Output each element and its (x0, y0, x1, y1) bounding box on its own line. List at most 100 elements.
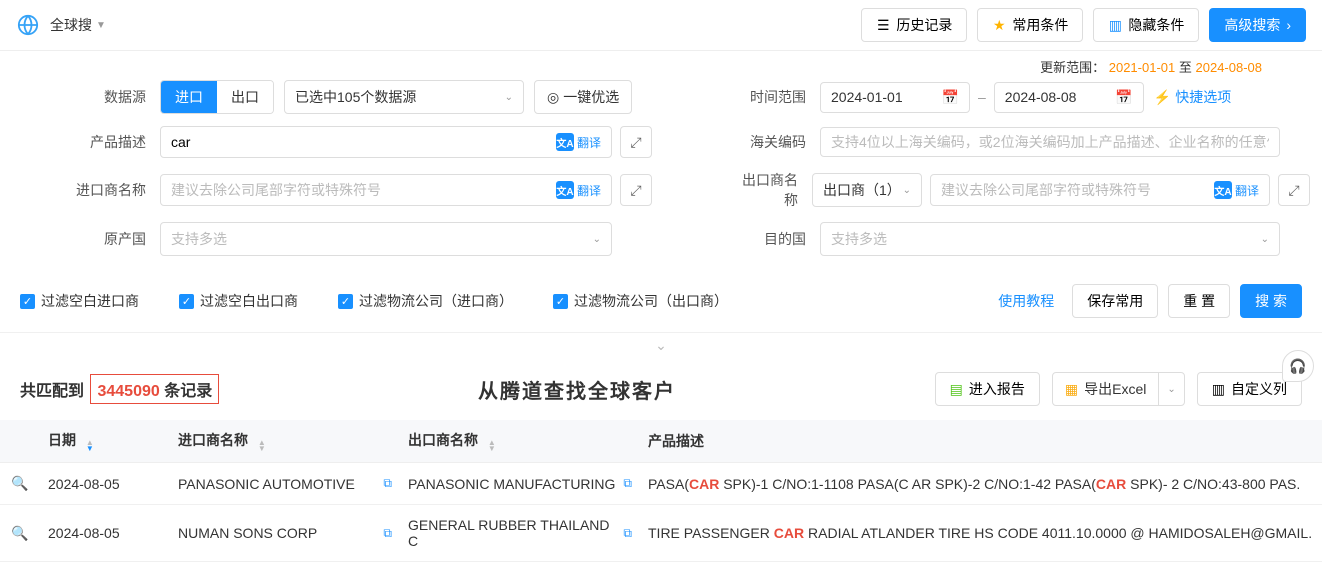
topbar: 全球搜 ▼ ☰ 历史记录 ★ 常用条件 ▥ 隐藏条件 高级搜索 › (0, 0, 1322, 51)
advanced-search-button[interactable]: 高级搜索 › (1209, 8, 1306, 42)
translate-button[interactable]: 文A 翻译 (556, 133, 601, 151)
barcode-icon: ▥ (1108, 18, 1122, 32)
exporter-type-select[interactable]: 出口商（1） ⌄ (812, 173, 922, 207)
translate-button[interactable]: 文A 翻译 (556, 181, 601, 199)
table-row: 🔍 2024-08-05PANASONIC AUTOMOTIVE⧉PANASONI… (0, 463, 1322, 505)
export-toggle[interactable]: 出口 (217, 81, 273, 113)
headset-icon: 🎧 (1289, 358, 1306, 375)
copy-icon[interactable]: ⧉ (383, 476, 392, 491)
cell-importer: PANASONIC AUTOMOTIVE⧉ (170, 463, 400, 505)
expand-button[interactable]: ⤢ (1278, 174, 1310, 206)
cell-date: 2024-08-05 (40, 505, 170, 562)
calendar-icon: 📅 (1115, 89, 1132, 106)
search-type-dropdown[interactable]: 全球搜 ▼ (50, 15, 106, 35)
document-icon: ▤ (950, 381, 963, 398)
collapse-toggle[interactable]: ⌄ (0, 332, 1322, 358)
cell-exporter: PANASONIC MANUFACTURING⧉ (400, 463, 640, 505)
expand-button[interactable]: ⤢ (620, 126, 652, 158)
chevron-down-icon: ⌄ (1167, 384, 1175, 395)
results-count: 共匹配到 3445090 条记录 (20, 374, 219, 404)
copy-icon[interactable]: ⧉ (383, 526, 392, 541)
expand-button[interactable]: ⤢ (620, 174, 652, 206)
checkbox-icon: ✓ (553, 294, 568, 309)
chevron-right-icon: › (1286, 17, 1291, 33)
copy-icon[interactable]: ⧉ (623, 526, 632, 541)
row-search-icon[interactable]: 🔍 (11, 475, 28, 491)
hs-input[interactable] (831, 134, 1269, 150)
chevron-down-icon: ⌄ (903, 185, 911, 196)
translate-icon: 文A (556, 181, 574, 199)
date-from-input[interactable]: 2024-01-01 📅 (820, 82, 970, 113)
chevron-down-icon: ⌄ (1261, 234, 1269, 245)
export-dropdown[interactable]: ⌄ (1158, 373, 1183, 405)
enter-report-button[interactable]: ▤ 进入报告 (935, 372, 1040, 406)
chevron-down-icon: ▼ (96, 20, 106, 31)
target-icon: ◎ (547, 89, 559, 106)
expand-icon: ⤢ (1288, 182, 1299, 199)
history-button[interactable]: ☰ 历史记录 (861, 8, 967, 42)
checkbox-icon: ✓ (20, 294, 35, 309)
filter-logistics-importer-checkbox[interactable]: ✓ 过滤物流公司（进口商） (338, 291, 513, 311)
lightning-icon: ⚡ (1154, 89, 1171, 106)
header-date[interactable]: 日期 ▲▼ (40, 420, 170, 463)
header-importer[interactable]: 进口商名称 ▲▼ (170, 420, 400, 463)
results-bar: 共匹配到 3445090 条记录 从腾道查找全球客户 ▤ 进入报告 ▦ 导出Ex… (0, 358, 1322, 420)
chevron-down-icon: ⌄ (505, 92, 513, 103)
dest-select[interactable]: 支持多选 ⌄ (820, 222, 1280, 256)
sort-icon: ▲▼ (258, 440, 266, 452)
header-exporter[interactable]: 出口商名称 ▲▼ (400, 420, 640, 463)
reset-button[interactable]: 重 置 (1168, 284, 1230, 318)
export-excel-button[interactable]: ▦ 导出Excel ⌄ (1052, 372, 1185, 406)
origin-select[interactable]: 支持多选 ⌄ (160, 222, 612, 256)
importer-input[interactable] (171, 182, 556, 198)
exporter-input-wrap: 文A 翻译 (930, 174, 1270, 206)
datasource-label: 数据源 (20, 87, 160, 107)
filter-empty-importer-checkbox[interactable]: ✓ 过滤空白进口商 (20, 291, 139, 311)
chevron-down-icon: ⌄ (655, 337, 667, 353)
excel-icon: ▦ (1065, 381, 1078, 398)
exporter-input[interactable] (941, 182, 1214, 198)
checkbox-icon: ✓ (338, 294, 353, 309)
search-type-label: 全球搜 (50, 15, 92, 35)
support-button[interactable]: 🎧 (1282, 350, 1314, 382)
cell-importer: NUMAN SONS CORP⧉ (170, 505, 400, 562)
search-form: 数据源 进口 出口 已选中105个数据源 ⌄ ◎ 一键优选 时间范围 2024-… (0, 76, 1322, 278)
results-table: 日期 ▲▼ 进口商名称 ▲▼ 出口商名称 ▲▼ 产品描述 🔍 2024-08-05… (0, 420, 1322, 562)
copy-icon[interactable]: ⧉ (623, 476, 632, 491)
calendar-icon: 📅 (942, 89, 959, 106)
cell-date: 2024-08-05 (40, 463, 170, 505)
frequent-button[interactable]: ★ 常用条件 (977, 8, 1083, 42)
update-range: 更新范围： 2021-01-01 至 2024-08-08 (0, 51, 1322, 76)
time-range-label: 时间范围 (740, 87, 820, 107)
hidden-conditions-button[interactable]: ▥ 隐藏条件 (1093, 8, 1199, 42)
translate-icon: 文A (556, 133, 574, 151)
results-slogan: 从腾道查找全球客户 (219, 375, 934, 404)
table-row: 🔍2024-08-05NUMAN SONS CORP⧉GENERAL RUBBE… (0, 505, 1322, 562)
dest-label: 目的国 (740, 229, 820, 249)
importer-label: 进口商名称 (20, 180, 160, 200)
translate-button[interactable]: 文A 翻译 (1214, 181, 1259, 199)
import-toggle[interactable]: 进口 (161, 81, 217, 113)
product-desc-input-wrap: 文A 翻译 (160, 126, 612, 158)
date-to-input[interactable]: 2024-08-08 📅 (994, 82, 1144, 113)
importer-input-wrap: 文A 翻译 (160, 174, 612, 206)
sort-icon: ▲▼ (488, 440, 496, 452)
hs-label: 海关编码 (740, 132, 820, 152)
origin-label: 原产国 (20, 229, 160, 249)
sort-icon: ▲▼ (86, 440, 94, 452)
search-button[interactable]: 搜 索 (1240, 284, 1302, 318)
filter-empty-exporter-checkbox[interactable]: ✓ 过滤空白出口商 (179, 291, 298, 311)
optimize-button[interactable]: ◎ 一键优选 (534, 80, 632, 114)
globe-icon (16, 13, 40, 37)
list-icon: ☰ (876, 18, 890, 32)
row-search-icon[interactable]: 🔍 (11, 525, 28, 541)
translate-icon: 文A (1214, 181, 1232, 199)
header-desc: 产品描述 (640, 420, 1322, 463)
save-common-button[interactable]: 保存常用 (1072, 284, 1158, 318)
product-desc-input[interactable] (171, 134, 556, 150)
filter-logistics-exporter-checkbox[interactable]: ✓ 过滤物流公司（出口商） (553, 291, 728, 311)
tutorial-link[interactable]: 使用教程 (998, 284, 1054, 318)
quick-select-link[interactable]: ⚡ 快捷选项 (1154, 87, 1231, 107)
datasource-select[interactable]: 已选中105个数据源 ⌄ (284, 80, 524, 114)
filter-checkbox-row: ✓ 过滤空白进口商 ✓ 过滤空白出口商 ✓ 过滤物流公司（进口商） ✓ 过滤物流… (0, 278, 1322, 332)
